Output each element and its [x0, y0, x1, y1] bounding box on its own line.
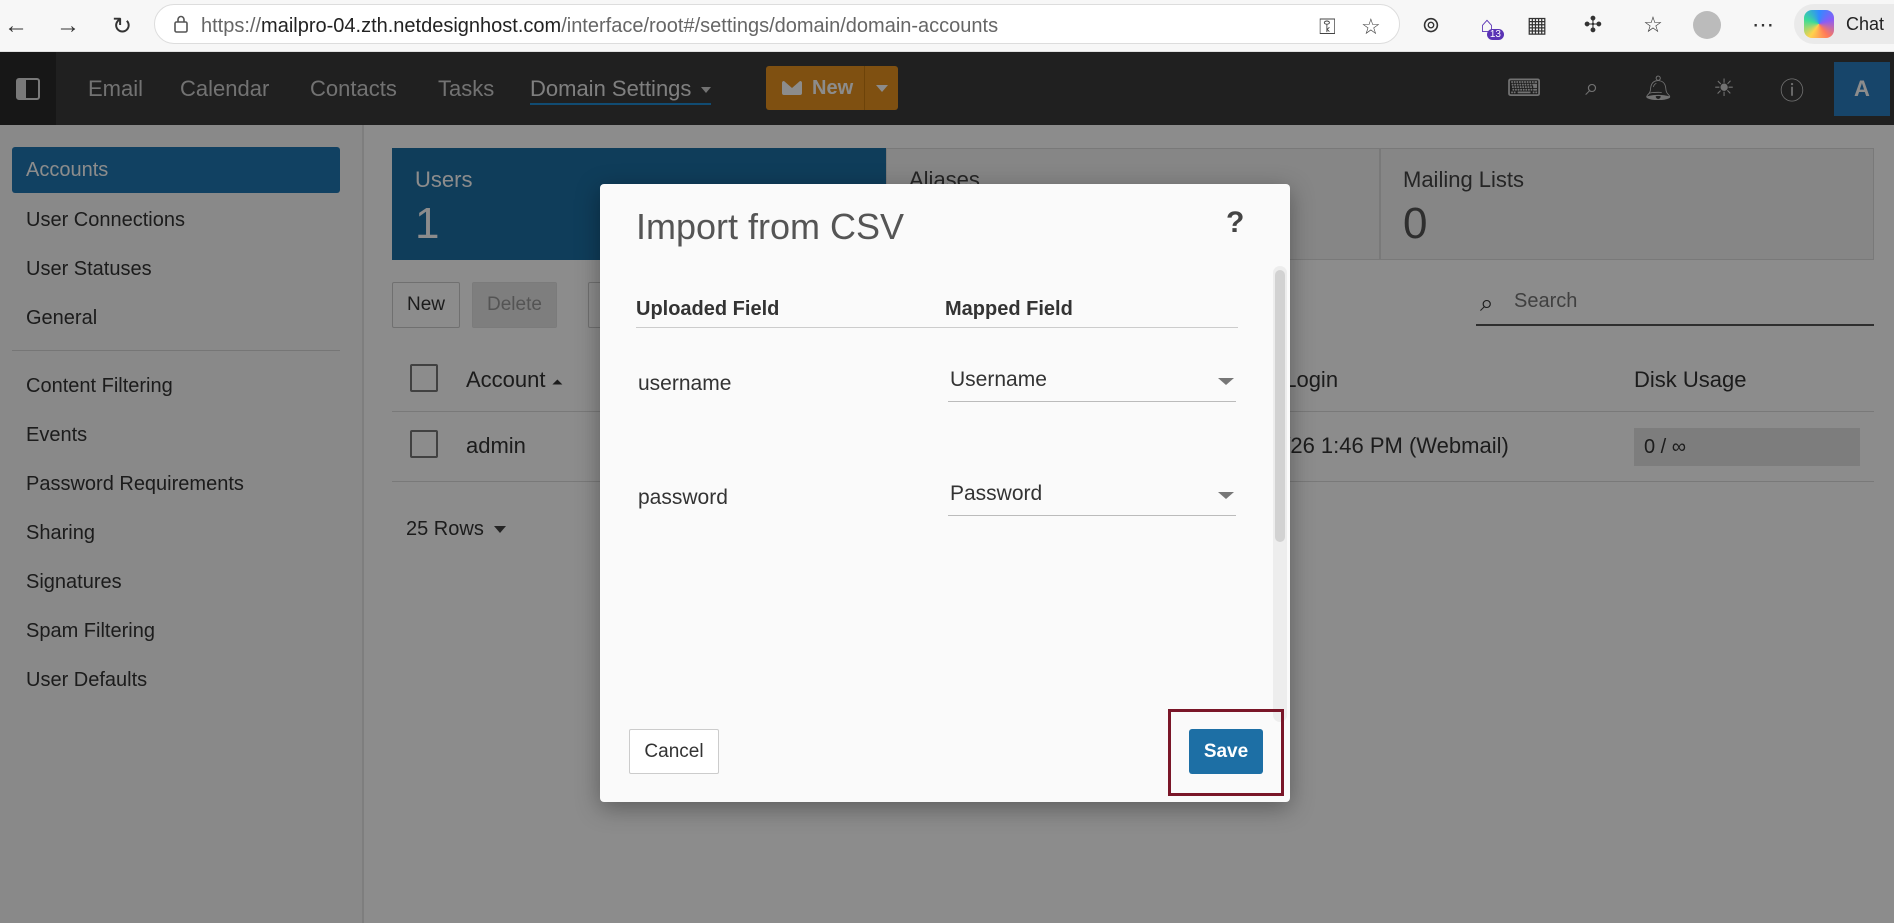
extensions-puzzle-icon[interactable]: ✣ [1576, 8, 1610, 42]
favorites-icon[interactable]: ☆ [1636, 8, 1670, 42]
mapped-field-heading: Mapped Field [945, 298, 1073, 320]
copilot-icon [1804, 10, 1834, 38]
import-csv-dialog: Import from CSV ? Uploaded Field Mapped … [600, 184, 1290, 802]
url-text[interactable]: https://mailpro-04.zth.netdesignhost.com… [201, 15, 998, 38]
extension-badge: 13 [1486, 29, 1504, 40]
profile-icon[interactable] [1690, 8, 1724, 42]
dropdown-arrow-icon [1218, 378, 1234, 385]
qr-code-icon[interactable]: ▦ [1520, 8, 1554, 42]
cancel-button[interactable]: Cancel [629, 729, 719, 774]
back-icon[interactable]: ← [0, 10, 32, 42]
dialog-title: Import from CSV [636, 206, 905, 247]
help-icon[interactable]: ? [1226, 206, 1244, 240]
uploaded-field-password: password [638, 486, 728, 509]
dropdown-arrow-icon [1218, 492, 1234, 499]
mapped-field-value: Username [950, 368, 1047, 391]
mapped-field-value: Password [950, 482, 1043, 505]
extension-link-icon[interactable]: ⊚ [1414, 8, 1448, 42]
browser-toolbar: ← → ↻ https://mailpro-04.zth.netdesignho… [0, 0, 1894, 52]
site-info-icon[interactable] [171, 14, 191, 34]
mapped-field-select-username[interactable]: Username [948, 360, 1236, 402]
mapping-header: Uploaded Field Mapped Field [636, 292, 1238, 328]
chat-label: Chat [1846, 14, 1885, 34]
uploaded-field-username: username [638, 372, 732, 395]
more-menu-icon[interactable]: ⋯ [1746, 8, 1780, 42]
extension-home-icon[interactable]: ⌂ 13 [1470, 8, 1504, 42]
forward-icon[interactable]: → [52, 10, 84, 42]
save-button[interactable]: Save [1189, 729, 1263, 774]
favorite-star-icon[interactable]: ☆ [1361, 14, 1381, 40]
dialog-scrollbar[interactable] [1273, 266, 1287, 722]
key-icon[interactable]: ⚿ [1319, 14, 1336, 40]
uploaded-field-heading: Uploaded Field [636, 298, 780, 320]
refresh-icon[interactable]: ↻ [106, 10, 138, 42]
scrollbar-thumb[interactable] [1275, 270, 1285, 542]
address-bar[interactable]: https://mailpro-04.zth.netdesignhost.com… [154, 4, 1400, 44]
mapped-field-select-password[interactable]: Password [948, 474, 1236, 516]
copilot-chat-button[interactable]: Chat [1794, 4, 1894, 44]
